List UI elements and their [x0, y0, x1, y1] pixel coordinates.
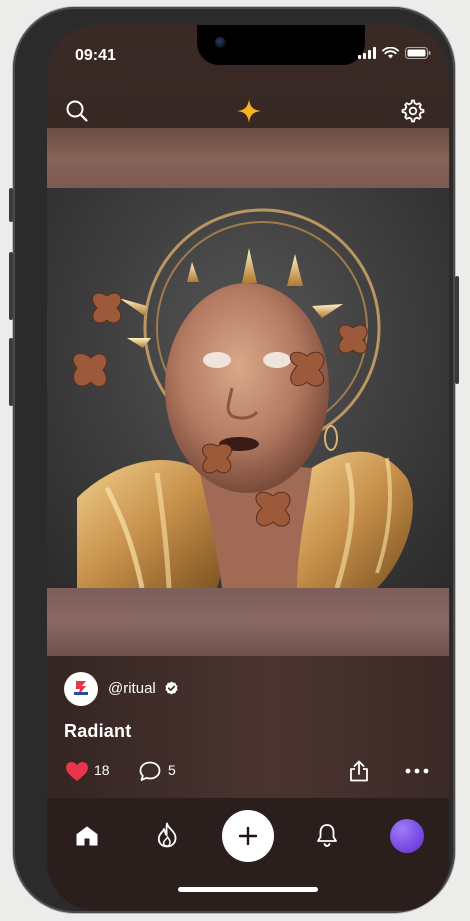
app-screen: 09:41 @ritual Radiant 18 5 — [47, 25, 449, 911]
like-button[interactable] — [64, 760, 90, 782]
verified-badge-icon — [165, 681, 178, 695]
notch — [197, 25, 365, 65]
status-time: 09:41 — [75, 47, 116, 64]
tab-trending[interactable] — [153, 820, 181, 850]
search-icon — [66, 100, 88, 122]
profile-avatar[interactable] — [390, 819, 424, 853]
heart-icon — [66, 761, 88, 781]
image-band-bottom — [47, 588, 449, 656]
post-image[interactable] — [47, 188, 449, 588]
search-button[interactable] — [63, 97, 91, 125]
golden-portrait-artwork — [72, 208, 413, 588]
comment-button[interactable] — [138, 760, 162, 782]
tab-bar — [47, 798, 449, 911]
share-button[interactable] — [347, 759, 371, 783]
wifi-icon — [382, 47, 399, 59]
sparkle-icon — [237, 99, 261, 123]
home-icon — [76, 826, 98, 846]
author-avatar[interactable] — [64, 672, 98, 706]
create-post-button[interactable] — [222, 810, 274, 862]
top-bar — [47, 89, 449, 133]
tab-home[interactable] — [73, 822, 101, 850]
side-button-volume-down — [9, 338, 13, 406]
settings-button[interactable] — [399, 97, 427, 125]
share-icon — [350, 760, 368, 782]
image-band-top — [47, 128, 449, 188]
bell-icon — [317, 824, 337, 847]
comment-icon — [139, 761, 161, 781]
more-icon — [405, 768, 429, 774]
phone-frame: 09:41 @ritual Radiant 18 5 — [13, 7, 455, 913]
tab-notifications[interactable] — [313, 820, 341, 850]
author-handle[interactable]: @ritual — [108, 680, 156, 697]
logo-button[interactable] — [234, 96, 264, 126]
status-icons — [358, 47, 431, 59]
home-indicator — [178, 887, 318, 892]
signal-icon — [358, 47, 376, 59]
post-info: @ritual Radiant 18 5 — [47, 656, 449, 798]
plus-icon — [238, 826, 258, 846]
ritual-logo-icon — [74, 681, 88, 696]
gear-icon — [401, 99, 425, 123]
side-button-power — [455, 276, 459, 384]
more-options-button[interactable] — [403, 761, 431, 781]
side-button-action — [9, 188, 13, 222]
side-button-volume-up — [9, 252, 13, 320]
flame-icon — [157, 822, 177, 848]
like-count: 18 — [94, 762, 110, 778]
post-actions: 18 5 — [47, 756, 449, 786]
comment-count: 5 — [168, 762, 176, 778]
camera — [215, 37, 226, 48]
battery-icon — [405, 47, 431, 59]
post-title: Radiant — [64, 721, 132, 741]
